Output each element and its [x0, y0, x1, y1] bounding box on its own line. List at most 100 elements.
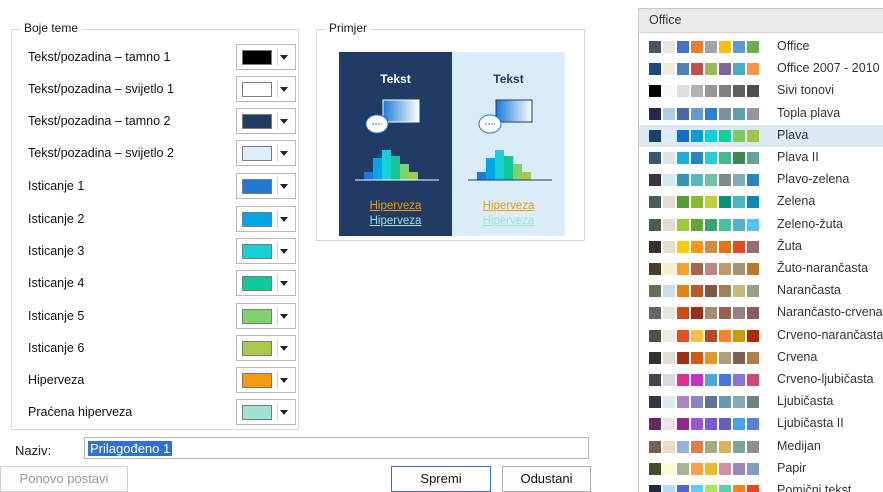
scheme-list-item[interactable]: Žuta — [639, 236, 883, 258]
scheme-swatches — [649, 440, 761, 453]
scheme-list-item[interactable]: Žuto-narančasta — [639, 258, 883, 280]
scheme-swatch — [677, 485, 689, 492]
scheme-swatch — [719, 462, 731, 475]
scheme-swatch — [733, 418, 745, 431]
cancel-button[interactable]: Odustani — [502, 466, 591, 492]
scheme-swatch — [649, 285, 661, 298]
scheme-swatch — [663, 329, 675, 342]
scheme-list-item[interactable]: Plava — [639, 124, 883, 147]
scheme-swatch — [691, 418, 703, 431]
scheme-swatch — [747, 218, 759, 231]
scheme-list-item[interactable]: Office 2007 - 2010 — [639, 58, 883, 80]
scheme-swatch — [719, 107, 731, 120]
scheme-swatch — [691, 329, 703, 342]
color-picker-button[interactable] — [236, 140, 296, 166]
scheme-swatch — [677, 152, 689, 164]
picker-divider — [277, 242, 278, 260]
scheme-swatch — [649, 418, 661, 431]
scheme-swatches — [649, 329, 761, 342]
scheme-list-item[interactable]: Narančasta — [639, 280, 883, 302]
scheme-list-item[interactable]: Crveno-ljubičasta — [639, 369, 883, 391]
scheme-swatch — [733, 129, 745, 142]
scheme-swatch — [733, 152, 745, 164]
scheme-name: Ljubičasta II — [777, 416, 844, 431]
scheme-swatch — [705, 152, 717, 164]
scheme-name: Medijan — [777, 438, 821, 453]
scheme-list-item[interactable]: Sivi tonovi — [639, 80, 883, 102]
scheme-list-item[interactable]: Topla plava — [639, 103, 883, 125]
scheme-list-item[interactable]: Crvena — [639, 347, 883, 369]
color-picker-button[interactable] — [236, 399, 296, 425]
color-picker-button[interactable] — [236, 173, 296, 199]
scheme-list-header: Office — [639, 9, 883, 33]
scheme-list-item[interactable]: Plava II — [639, 147, 883, 169]
theme-color-label: Isticanje 4 — [28, 276, 85, 290]
scheme-swatch — [663, 174, 675, 187]
color-picker-button[interactable] — [236, 206, 296, 232]
color-picker-button[interactable] — [236, 335, 296, 361]
chevron-down-icon — [280, 314, 288, 319]
scheme-swatch — [677, 396, 689, 409]
scheme-list-item[interactable]: Zelena — [639, 191, 883, 213]
reset-button[interactable]: Ponovo postavi — [0, 466, 128, 492]
scheme-list-item[interactable]: Ljubičasta — [639, 391, 883, 413]
scheme-list-item[interactable]: Medijan — [639, 436, 883, 458]
scheme-list-item[interactable]: Ljubičasta II — [639, 413, 883, 435]
scheme-swatch — [733, 41, 745, 53]
name-input[interactable]: Prilagođeno 1 — [84, 437, 589, 459]
color-picker-button[interactable] — [236, 367, 296, 393]
scheme-swatches — [649, 351, 761, 364]
scheme-swatch — [733, 263, 745, 275]
scheme-swatch — [747, 396, 759, 409]
scheme-swatch — [705, 396, 717, 409]
scheme-list-item[interactable]: Crveno-narančasta — [639, 325, 883, 347]
color-picker-button[interactable] — [236, 303, 296, 329]
scheme-swatch — [733, 107, 745, 120]
color-picker-button[interactable] — [236, 108, 296, 134]
scheme-swatch — [719, 218, 731, 231]
scheme-swatch — [691, 374, 703, 386]
scheme-swatch — [649, 440, 661, 453]
scheme-list-item[interactable]: Pomični tekst — [639, 480, 883, 492]
scheme-swatch — [733, 462, 745, 475]
color-picker-button[interactable] — [236, 76, 296, 102]
scheme-swatch — [649, 41, 661, 53]
scheme-list-item[interactable]: Plavo-zelena — [639, 169, 883, 191]
scheme-swatch — [663, 129, 675, 142]
scheme-swatch — [677, 196, 689, 209]
scheme-list-item[interactable]: Office — [639, 36, 883, 58]
color-picker-button[interactable] — [236, 238, 296, 264]
scheme-swatch — [747, 307, 759, 320]
scheme-list-item[interactable]: Papir — [639, 458, 883, 480]
theme-color-label: Tekst/pozadina – svijetlo 2 — [28, 146, 174, 160]
scheme-swatch — [747, 374, 759, 386]
color-scheme-list: Office Office Office 2007 - 2010 Sivi tono… — [638, 8, 883, 492]
scheme-swatch — [705, 440, 717, 453]
scheme-swatch — [663, 85, 675, 98]
scheme-swatch — [705, 307, 717, 320]
scheme-swatch — [677, 41, 689, 53]
theme-color-label: Isticanje 3 — [28, 244, 85, 258]
chevron-down-icon — [280, 87, 288, 92]
color-swatch — [242, 82, 272, 97]
sample-group: Primjer Tekst Hiperveza Hiperveza Tekst … — [316, 21, 585, 241]
color-picker-button[interactable] — [236, 44, 296, 70]
save-button[interactable]: Spremi — [391, 466, 491, 492]
scheme-swatch — [733, 218, 745, 231]
color-picker-button[interactable] — [236, 270, 296, 296]
scheme-swatch — [663, 307, 675, 320]
scheme-swatch — [747, 174, 759, 187]
scheme-swatch — [719, 307, 731, 320]
scheme-swatch — [691, 285, 703, 298]
picker-divider — [277, 80, 278, 98]
theme-color-row: Praćena hiperveza — [12, 399, 298, 427]
preview-light-hyperlink: Hiperveza — [482, 200, 535, 212]
theme-color-row: Tekst/pozadina – svijetlo 1 — [12, 76, 298, 104]
preview-dark-followed-hyperlink: Hiperveza — [369, 215, 422, 227]
scheme-list-item[interactable]: Narančasto-crvena — [639, 302, 883, 324]
scheme-swatch — [649, 107, 661, 120]
scheme-name: Sivi tonovi — [777, 83, 834, 98]
picker-divider — [277, 339, 278, 357]
theme-color-row: Isticanje 3 — [12, 238, 298, 266]
scheme-list-item[interactable]: Zeleno-žuta — [639, 214, 883, 236]
